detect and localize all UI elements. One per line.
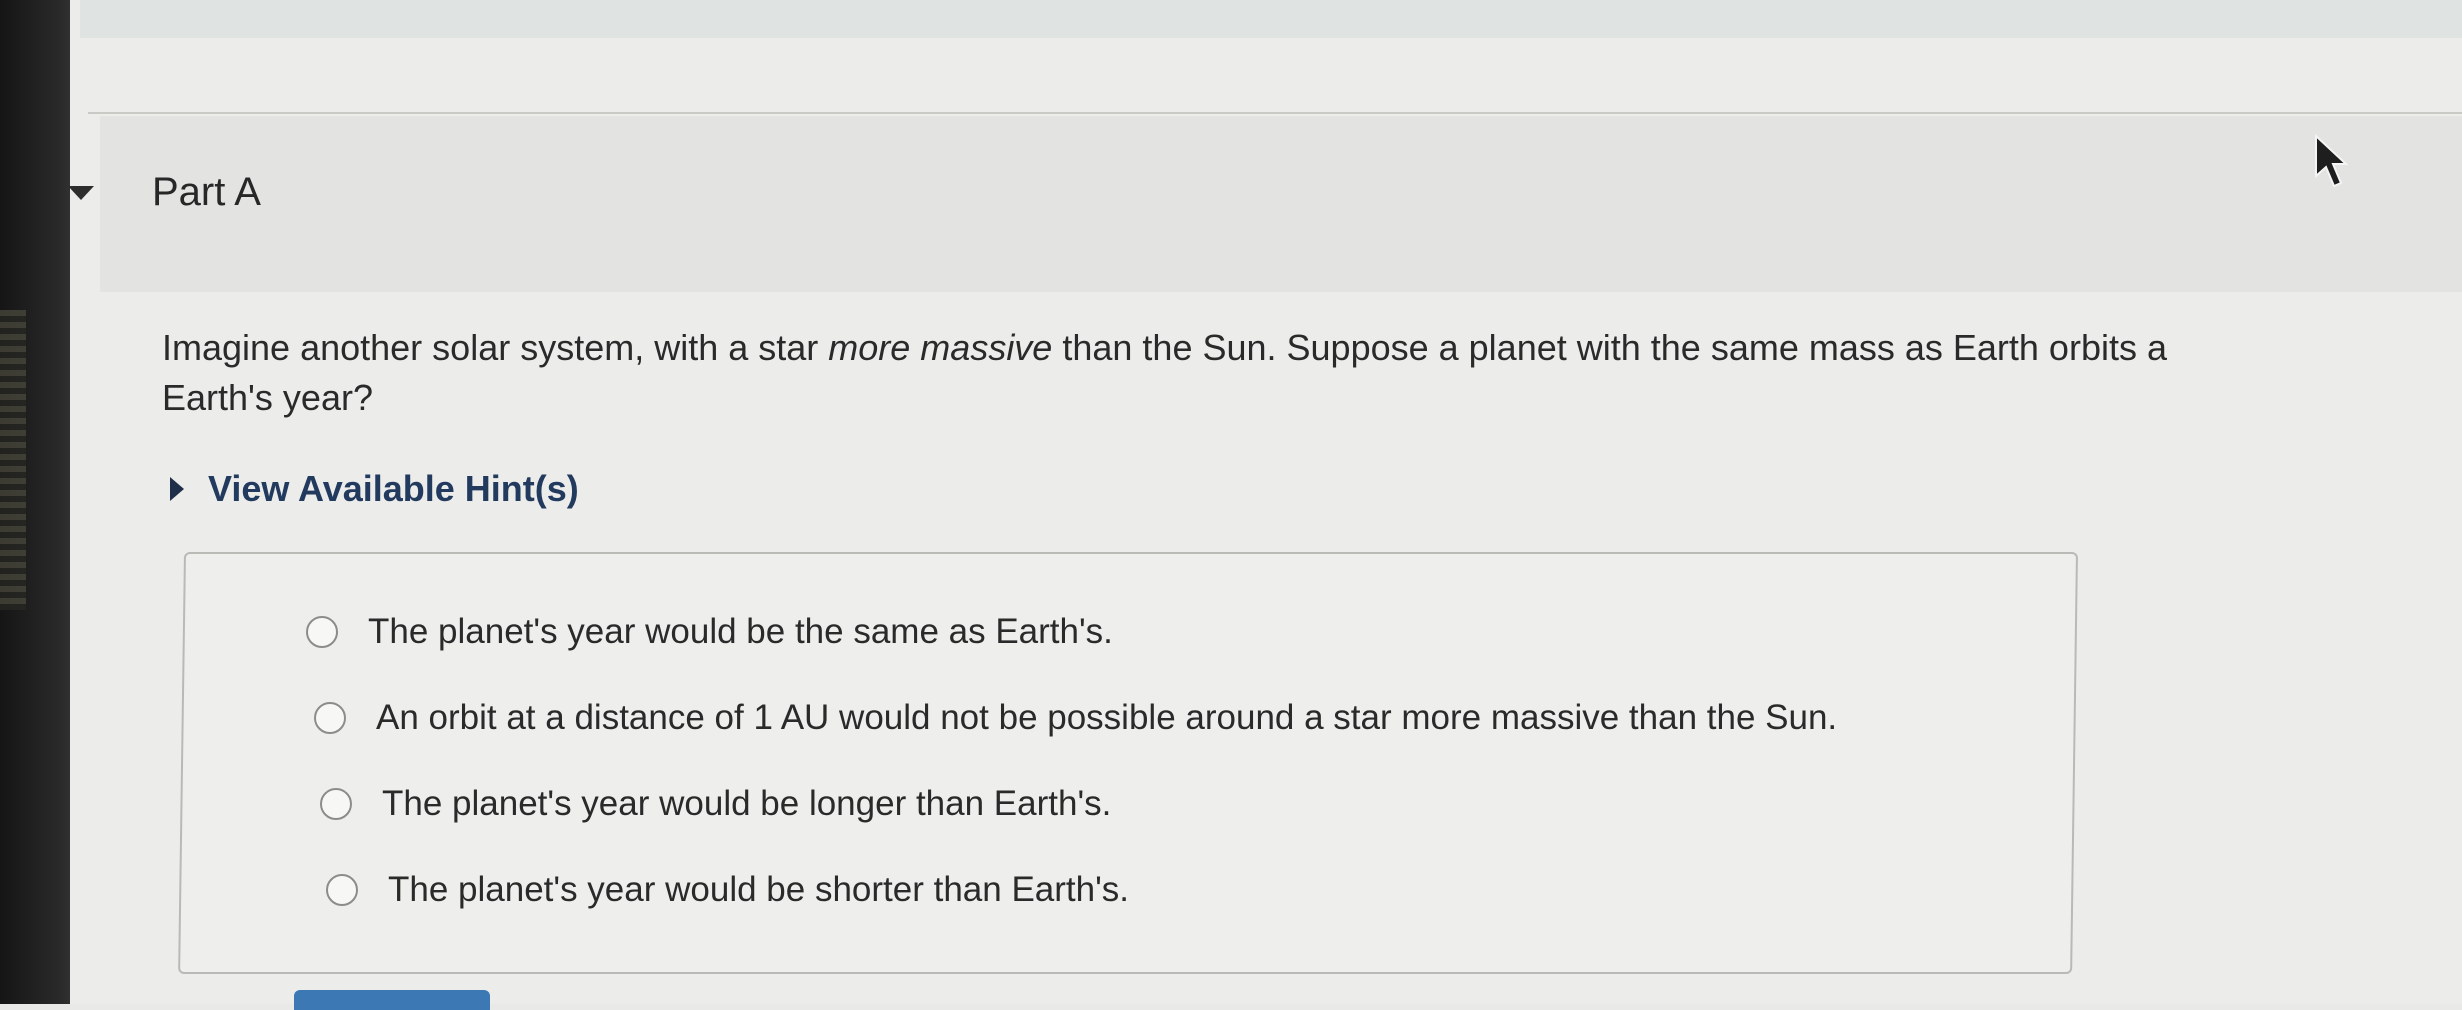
question-line-2: Earth's year? [162,377,373,418]
radio-button-icon[interactable] [306,616,338,648]
question-line-1: Imagine another solar system, with a sta… [162,323,2462,373]
part-header[interactable] [100,116,2462,292]
view-hints-link[interactable]: View Available Hint(s) [170,468,579,510]
caret-right-icon[interactable] [170,477,184,501]
view-hints-label[interactable]: View Available Hint(s) [208,468,579,510]
answer-option-3[interactable]: The planet's year would be longer than E… [320,784,1111,824]
bezel-edge [0,310,26,610]
radio-button-icon[interactable] [320,788,352,820]
top-bar [80,0,2462,38]
mouse-cursor-icon [2315,133,2349,188]
answer-option-4[interactable]: The planet's year would be shorter than … [326,870,1129,910]
answer-option-1[interactable]: The planet's year would be the same as E… [306,612,1113,652]
question-text: Imagine another solar system, with a sta… [162,323,2462,423]
answer-option-label[interactable]: The planet's year would be shorter than … [388,870,1129,910]
caret-down-icon[interactable] [68,186,94,200]
answer-option-label[interactable]: The planet's year would be the same as E… [368,612,1113,652]
section-divider [88,112,2462,114]
radio-button-icon[interactable] [326,874,358,906]
answer-option-label[interactable]: The planet's year would be longer than E… [382,784,1111,824]
submit-button[interactable] [294,990,490,1010]
answer-option-2[interactable]: An orbit at a distance of 1 AU would not… [314,698,1837,738]
question-emphasis: more massive [828,327,1053,368]
radio-button-icon[interactable] [314,702,346,734]
answer-option-label[interactable]: An orbit at a distance of 1 AU would not… [376,698,1837,738]
question-line-1-prefix: Imagine another solar system, with a sta… [162,327,829,368]
question-line-1-suffix: than the Sun. Suppose a planet with the … [1052,327,2167,368]
part-title[interactable]: Part A [152,170,261,215]
